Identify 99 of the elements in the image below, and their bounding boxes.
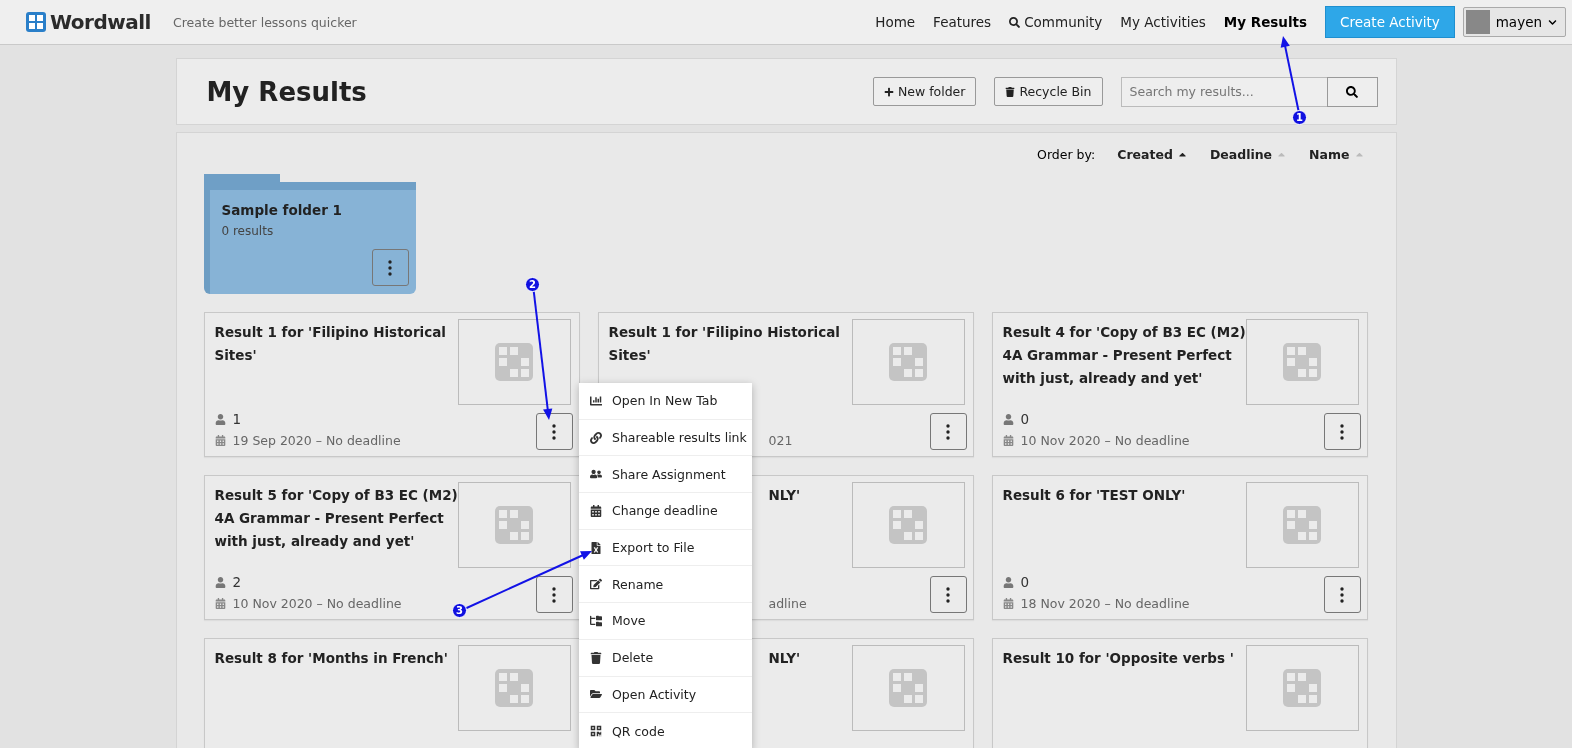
result-card[interactable]: Result 6 for 'TEST ONLY' 0 18 Nov 2020 – No deadline [991,475,1368,620]
calendar-icon [1002,598,1014,609]
user-icon [1002,413,1014,425]
result-date: adline [768,596,807,611]
user-menu-button[interactable]: mayen [1462,7,1566,37]
more-button[interactable] [929,413,967,450]
nav-link[interactable]: My Activities [1120,14,1206,30]
avatar [1465,10,1490,34]
order-by-label: Order by: [1037,147,1096,162]
folder-icon [590,688,602,701]
nav-link[interactable]: My Results [1223,14,1308,30]
more-vertical-icon [388,259,392,276]
folder-card[interactable]: Sample folder 1 0 results [203,174,416,294]
folder-count: 0 results [221,224,275,238]
result-date: 10 Nov 2020 – No deadline [1020,433,1190,448]
more-vertical-icon [946,586,950,603]
trash-icon [1005,86,1016,97]
result-title: Result 10 for 'Opposite verbs ' [1002,649,1235,668]
result-date: 021 [768,433,793,448]
qr-code-icon [590,725,602,738]
result-title: NLY' [768,486,801,505]
toolbar-button[interactable]: New folder [872,77,977,106]
calendar-icon [1002,435,1014,446]
result-title: Result 6 for 'TEST ONLY' [1002,486,1187,505]
logo-text[interactable]: Wordwall [50,10,151,34]
result-date: 10 Nov 2020 – No deadline [232,596,402,611]
plus-icon [883,86,894,97]
more-button[interactable] [929,576,967,613]
menu-item[interactable]: Rename [579,566,752,604]
page-title: My Results [206,76,367,107]
more-button[interactable] [535,576,573,613]
result-title: Result 4 for 'Copy of B3 EC (M2) 4A Grammar - Present Perfect with just, already and yet' [1002,323,1247,388]
search-icon [1009,16,1021,28]
tagline: Create better lessons quicker [172,14,357,30]
grid-icon [889,506,927,544]
grid-icon [1283,669,1321,707]
chevron-down-icon [1548,17,1557,27]
folder-move-icon [590,614,602,627]
nav-link[interactable]: Features [933,14,992,30]
users-icon [590,468,602,481]
logo-icon [26,12,46,32]
menu-item[interactable]: Share Assignment [579,456,752,494]
result-title: NLY' [768,649,801,668]
grid-icon [889,343,927,381]
grid-icon [495,506,533,544]
more-vertical-icon [552,423,556,440]
result-card[interactable]: Result 8 for 'Months in French' [203,638,580,748]
result-date: 19 Sep 2020 – No deadline [232,433,401,448]
more-button[interactable] [1323,413,1361,450]
result-title: Result 8 for 'Months in French' [214,649,449,668]
more-button[interactable] [1323,576,1361,613]
user-icon [1002,576,1014,588]
sort-option[interactable]: Name [1309,147,1365,162]
nav-link[interactable]: Home [875,14,916,30]
grid-icon [495,669,533,707]
result-count: 1 [232,411,242,427]
calendar-icon [214,598,226,609]
user-icon [214,413,226,425]
search-icon [1346,85,1358,98]
menu-item[interactable]: QR code [579,713,752,748]
menu-item[interactable]: Shareable results link [579,419,752,457]
result-card[interactable]: Result 4 for 'Copy of B3 EC (M2) 4A Grammar - Present Perfect with just, already and yet' 0 10 Nov 2020 – No deadline [991,312,1368,457]
result-count: 2 [232,574,242,590]
grid-icon [889,669,927,707]
bar-chart-icon [590,394,602,407]
result-title: Result 1 for 'Filipino Historical Sites' [608,323,841,365]
grid-icon [1283,343,1321,381]
folder-name: Sample folder 1 [221,202,343,218]
menu-item[interactable]: Delete [579,639,752,677]
sort-option[interactable]: Deadline [1209,147,1288,162]
sort-option[interactable]: Created [1117,147,1188,162]
result-count: 0 [1020,574,1030,590]
result-title: Result 1 for 'Filipino Historical Sites' [214,323,447,365]
search-button[interactable] [1326,76,1378,107]
calendar-icon [590,504,602,517]
nav-link[interactable]: Community [1009,14,1103,30]
menu-item[interactable]: Move [579,603,752,640]
user-icon [214,576,226,588]
more-vertical-icon [552,586,556,603]
trash-icon [590,651,602,664]
more-vertical-icon [1340,423,1344,440]
grid-icon [495,343,533,381]
link-icon [590,431,602,444]
result-date: 18 Nov 2020 – No deadline [1020,596,1190,611]
edit-icon [590,578,602,591]
result-card[interactable]: Result 10 for 'Opposite verbs ' [991,638,1368,748]
grid-icon [1283,506,1321,544]
more-vertical-icon [1340,586,1344,603]
menu-item[interactable]: Open Activity [579,676,752,714]
calendar-icon [214,435,226,446]
menu-item[interactable]: Change deadline [579,493,752,530]
toolbar-button[interactable]: Recycle Bin [994,77,1103,106]
result-title: Result 5 for 'Copy of B3 EC (M2) 4A Grammar - Present Perfect with just, already and yet' [214,486,459,551]
file-icon [590,541,602,554]
more-vertical-icon [946,423,950,440]
result-count: 0 [1020,411,1030,427]
result-card[interactable]: Result 1 for 'Filipino Historical Sites' 1 19 Sep 2020 – No deadline [203,312,580,457]
search-field[interactable]: Search my results... [1120,76,1328,107]
menu-item[interactable]: Open In New Tab [579,383,752,420]
